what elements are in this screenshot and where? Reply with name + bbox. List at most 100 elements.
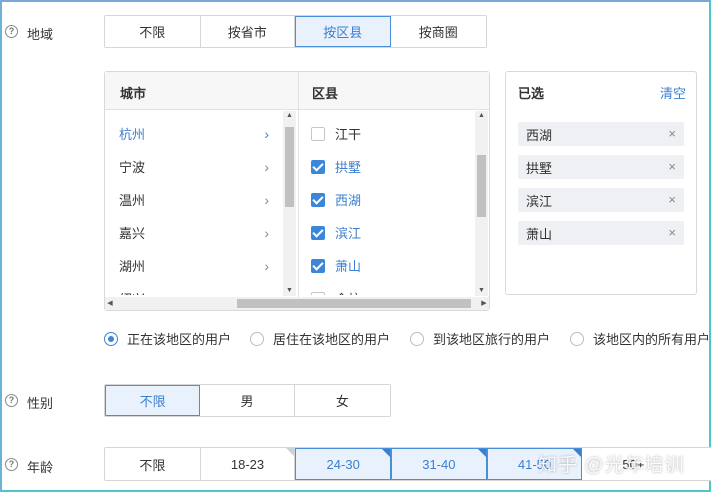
district-name: 余杭 — [335, 289, 361, 295]
gender-selector: 不限 男 女 — [104, 384, 391, 417]
gender-help-icon[interactable]: ? — [5, 394, 18, 407]
age-label: 年龄 — [27, 460, 54, 475]
region-label: 地域 — [27, 27, 54, 42]
radio-button[interactable] — [250, 331, 264, 346]
selected-panel: 已选 清空 西湖 × 拱墅 × 滨江 × 萧山 × — [505, 71, 697, 295]
chevron-right-icon: › — [264, 191, 269, 208]
column-divider — [298, 72, 299, 310]
region-picker-panel: 城市 区县 杭州 › 宁波 › 温州 › 嘉兴 › 湖州 › 绍兴 › ▲ — [104, 71, 490, 311]
selected-tag-label: 萧山 — [526, 226, 553, 242]
scroll-left-arrow-icon[interactable]: ◀ — [105, 299, 115, 308]
scope-option-label: 到该地区旅行的用户 — [433, 332, 551, 347]
region-option-by-business-area[interactable]: 按商圈 — [390, 16, 486, 47]
scrollbar-thumb[interactable] — [237, 299, 471, 308]
city-item-ningbo[interactable]: 宁波 › — [119, 150, 269, 183]
selected-tag-label: 滨江 — [526, 193, 553, 209]
city-list: 杭州 › 宁波 › 温州 › 嘉兴 › 湖州 › 绍兴 › — [119, 117, 269, 296]
close-icon[interactable]: × — [668, 126, 676, 141]
city-name: 绍兴 — [119, 289, 145, 295]
selected-tag: 滨江 × — [518, 188, 684, 212]
district-name: 西湖 — [335, 193, 362, 208]
scroll-right-arrow-icon[interactable]: ▶ — [479, 299, 489, 308]
clear-all-link[interactable]: 清空 — [660, 83, 686, 102]
city-item-jiaxing[interactable]: 嘉兴 › — [119, 216, 269, 249]
region-option-by-province[interactable]: 按省市 — [200, 16, 295, 47]
scope-option-label: 正在该地区的用户 — [127, 332, 232, 347]
scope-option-all-in-area[interactable]: 该地区内的所有用户 — [570, 329, 710, 348]
scroll-down-arrow-icon[interactable]: ▼ — [283, 286, 296, 296]
district-name: 萧山 — [335, 259, 362, 274]
radio-button[interactable] — [410, 331, 424, 346]
region-mode-selector: 不限 按省市 按区县 按商圈 — [104, 15, 487, 48]
district-item-xihu[interactable]: 西湖 — [311, 183, 471, 216]
region-option-by-district[interactable]: 按区县 — [295, 16, 391, 47]
scroll-up-arrow-icon[interactable]: ▲ — [283, 111, 296, 121]
selected-tag: 拱墅 × — [518, 155, 684, 179]
checkbox[interactable] — [311, 258, 325, 273]
district-name: 拱墅 — [335, 160, 362, 175]
scope-option-label: 该地区内的所有用户 — [593, 332, 711, 347]
scrollbar-thumb[interactable] — [477, 155, 486, 217]
city-column-header: 城市 — [120, 86, 147, 101]
selected-tag-label: 拱墅 — [526, 160, 553, 176]
selected-tag: 萧山 × — [518, 221, 684, 245]
radio-button[interactable] — [570, 331, 584, 346]
age-option-unlimited[interactable]: 不限 — [105, 448, 201, 480]
region-help-icon[interactable]: ? — [5, 25, 18, 38]
gender-option-unlimited[interactable]: 不限 — [105, 385, 201, 416]
district-item-yuhang[interactable]: 余杭 — [311, 282, 471, 295]
district-item-xiaoshan[interactable]: 萧山 — [311, 249, 471, 282]
checkbox[interactable] — [311, 159, 325, 174]
city-item-huzhou[interactable]: 湖州 › — [119, 249, 269, 282]
scroll-down-arrow-icon[interactable]: ▼ — [475, 286, 488, 296]
selected-title: 已选 — [518, 86, 545, 101]
region-option-unlimited[interactable]: 不限 — [105, 16, 201, 47]
district-name: 滨江 — [335, 226, 362, 241]
city-item-shaoxing[interactable]: 绍兴 › — [119, 282, 269, 296]
scope-option-currently-in-area[interactable]: 正在该地区的用户 — [104, 329, 231, 348]
checkbox[interactable] — [311, 291, 325, 295]
city-item-hangzhou[interactable]: 杭州 › — [119, 117, 269, 150]
picker-horizontal-scrollbar[interactable]: ◀ ▶ — [105, 297, 489, 310]
radio-button[interactable] — [104, 331, 118, 346]
age-option-18-23[interactable]: 18-23 — [200, 448, 296, 480]
picker-header — [105, 72, 489, 110]
district-item-jianggan[interactable]: 江干 — [311, 117, 471, 150]
age-option-31-40[interactable]: 31-40 — [391, 448, 487, 480]
gender-label: 性别 — [27, 396, 54, 411]
scope-option-label: 居住在该地区的用户 — [273, 332, 391, 347]
scope-option-resident[interactable]: 居住在该地区的用户 — [250, 329, 390, 348]
district-list: 江干 拱墅 西湖 滨江 萧山 余杭 — [311, 117, 471, 295]
age-help-icon[interactable]: ? — [5, 458, 18, 471]
watermark-text: 知乎 @光年培训 — [538, 455, 685, 476]
city-item-wenzhou[interactable]: 温州 › — [119, 183, 269, 216]
district-column-header: 区县 — [312, 86, 339, 101]
scroll-up-arrow-icon[interactable]: ▲ — [475, 111, 488, 121]
city-list-scrollbar[interactable]: ▲ ▼ — [283, 111, 296, 296]
district-list-scrollbar[interactable]: ▲ ▼ — [475, 111, 488, 296]
age-option-24-30[interactable]: 24-30 — [295, 448, 392, 480]
checkbox[interactable] — [311, 126, 325, 141]
scrollbar-thumb[interactable] — [285, 127, 294, 207]
checkbox[interactable] — [311, 192, 325, 207]
selected-tag: 西湖 × — [518, 122, 684, 146]
city-name: 嘉兴 — [119, 226, 146, 241]
district-item-gongshu[interactable]: 拱墅 — [311, 150, 471, 183]
gender-option-female[interactable]: 女 — [294, 385, 390, 416]
chevron-right-icon: › — [264, 224, 269, 241]
selected-tag-label: 西湖 — [526, 127, 553, 143]
checkbox[interactable] — [311, 225, 325, 240]
district-name: 江干 — [335, 127, 362, 142]
city-name: 宁波 — [119, 160, 146, 175]
close-icon[interactable]: × — [668, 192, 676, 207]
close-icon[interactable]: × — [668, 159, 676, 174]
close-icon[interactable]: × — [668, 225, 676, 240]
scope-option-traveling[interactable]: 到该地区旅行的用户 — [410, 329, 550, 348]
district-item-binjiang[interactable]: 滨江 — [311, 216, 471, 249]
chevron-right-icon: › — [264, 125, 269, 142]
gender-option-male[interactable]: 男 — [200, 385, 295, 416]
city-name: 湖州 — [119, 259, 146, 274]
chevron-right-icon: › — [264, 257, 269, 274]
city-name: 温州 — [119, 193, 146, 208]
chevron-right-icon: › — [264, 291, 269, 296]
